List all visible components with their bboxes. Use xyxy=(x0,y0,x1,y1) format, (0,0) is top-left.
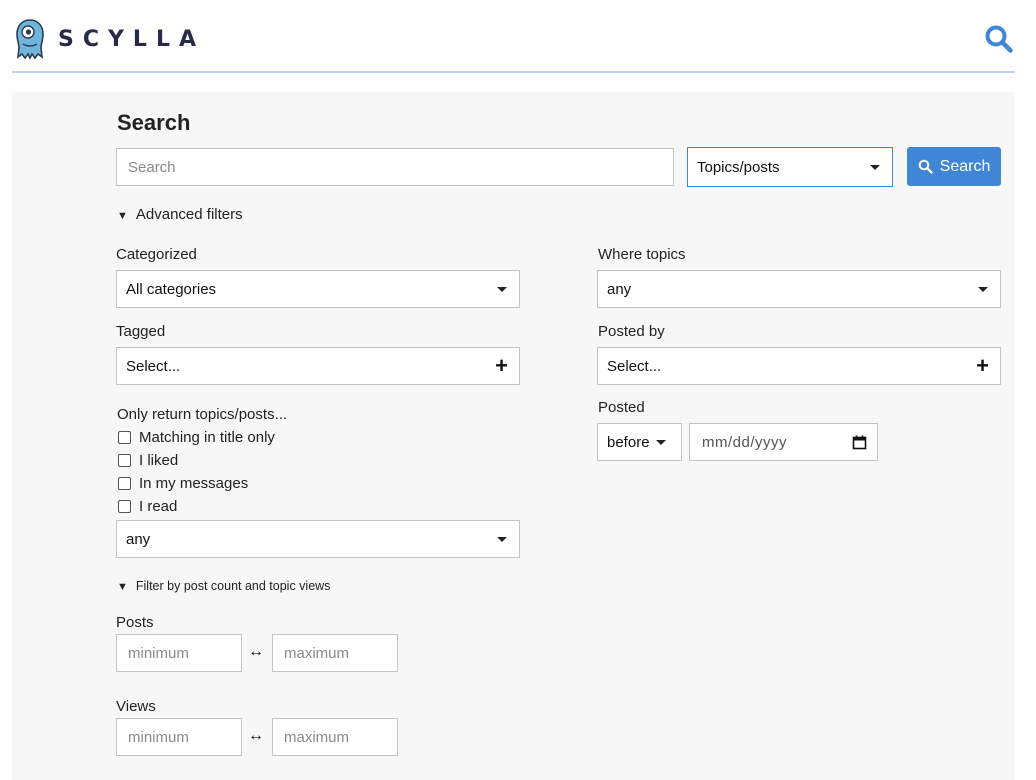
views-label: Views xyxy=(116,698,156,715)
brand-name: SCYLLA xyxy=(58,26,205,52)
checkbox-label: I liked xyxy=(139,452,179,469)
page-title: Search xyxy=(117,110,191,135)
where-topics-label: Where topics xyxy=(598,246,686,263)
where-topics-value: any xyxy=(607,280,632,298)
tagged-label: Tagged xyxy=(116,323,166,340)
views-min-input[interactable] xyxy=(116,718,242,756)
posted-label: Posted xyxy=(598,399,645,416)
category-select-value: All categories xyxy=(126,280,217,298)
posted-relation-select[interactable]: before xyxy=(597,423,682,461)
advanced-filters-toggle[interactable]: ▼ Advanced filters xyxy=(117,206,243,223)
chevron-down-icon xyxy=(978,286,988,292)
search-type-select[interactable]: Topics/posts xyxy=(687,147,893,187)
plus-icon: + xyxy=(976,353,989,378)
posts-label: Posts xyxy=(116,614,154,631)
checkbox-label: Matching in title only xyxy=(139,429,275,446)
category-select[interactable]: All categories xyxy=(116,270,520,308)
checkbox[interactable] xyxy=(118,431,131,444)
checkbox-i-liked[interactable]: I liked xyxy=(117,452,178,469)
site-header: SCYLLA xyxy=(0,0,1036,74)
where-topics-select[interactable]: any xyxy=(597,270,1001,308)
checkbox-matching-title[interactable]: Matching in title only xyxy=(117,429,275,446)
advanced-filters-label: Advanced filters xyxy=(135,206,243,223)
status-select[interactable]: any xyxy=(116,520,520,558)
search-type-value: Topics/posts xyxy=(697,158,780,176)
chevron-down-icon xyxy=(656,439,666,445)
posts-max-input[interactable] xyxy=(272,634,398,672)
search-icon[interactable] xyxy=(984,24,1014,54)
checkbox-label: I read xyxy=(139,498,178,515)
date-placeholder: mm/dd/yyyy xyxy=(702,433,788,451)
checkbox-i-read[interactable]: I read xyxy=(117,498,177,515)
count-filter-label: Filter by post count and topic views xyxy=(135,579,331,593)
header-divider xyxy=(12,71,1015,73)
posted-by-placeholder: Select... xyxy=(607,357,662,375)
site-logo[interactable]: SCYLLA xyxy=(14,18,205,60)
triangle-down-icon: ▼ xyxy=(117,210,128,222)
posted-relation-value: before xyxy=(607,433,650,451)
posts-min-input[interactable] xyxy=(116,634,242,672)
checkbox-in-my-messages[interactable]: In my messages xyxy=(117,475,248,492)
chevron-down-icon xyxy=(497,286,507,292)
plus-icon: + xyxy=(495,353,508,378)
checkbox[interactable] xyxy=(118,500,131,513)
triangle-down-icon: ▼ xyxy=(117,581,128,593)
tags-chooser-placeholder: Select... xyxy=(126,357,181,375)
count-filter-toggle[interactable]: ▼ Filter by post count and topic views xyxy=(117,579,330,593)
checkbox-label: In my messages xyxy=(139,475,249,492)
range-arrow-icon: ↔ xyxy=(248,643,264,660)
posted-by-chooser[interactable]: Select... + xyxy=(597,347,1001,385)
scylla-monster-icon xyxy=(16,19,44,60)
posted-date-input[interactable]: mm/dd/yyyy xyxy=(689,423,878,461)
chevron-down-icon xyxy=(497,536,507,542)
range-arrow-icon: ↔ xyxy=(248,727,264,744)
calendar-icon[interactable] xyxy=(852,435,867,450)
checkbox[interactable] xyxy=(118,454,131,467)
checkbox[interactable] xyxy=(118,477,131,490)
status-select-value: any xyxy=(126,530,151,548)
chevron-down-icon xyxy=(870,164,880,170)
tags-chooser[interactable]: Select... + xyxy=(116,347,520,385)
categorized-label: Categorized xyxy=(116,246,197,263)
only-return-label: Only return topics/posts... xyxy=(117,406,288,423)
posted-by-label: Posted by xyxy=(598,323,665,340)
views-max-input[interactable] xyxy=(272,718,398,756)
search-button[interactable]: Search xyxy=(907,147,1001,186)
search-icon xyxy=(918,159,933,174)
search-button-label: Search xyxy=(939,157,991,175)
search-input[interactable] xyxy=(116,148,674,186)
